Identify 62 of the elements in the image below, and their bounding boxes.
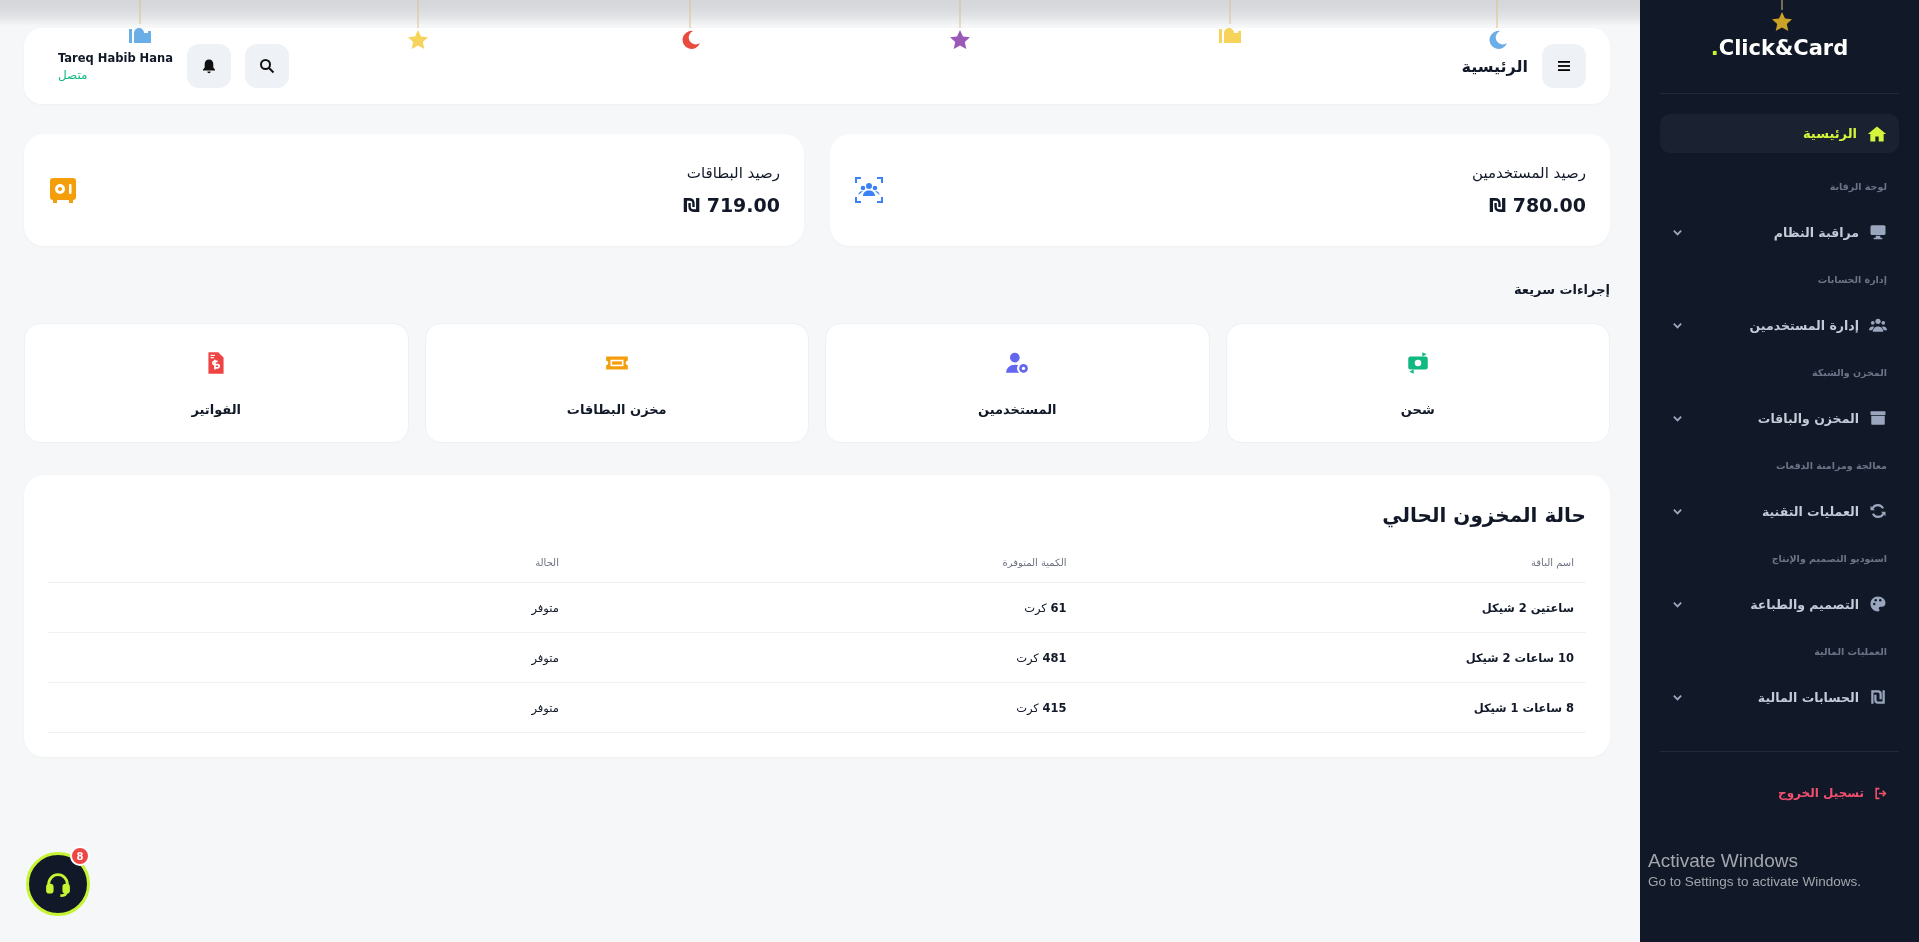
card-title: حالة المخزون الحالي [1381, 503, 1586, 527]
logout-icon [1874, 786, 1887, 800]
column-header: الكمية المتوفرة [570, 549, 1079, 583]
hanging-star-icon [1770, 0, 1794, 32]
quick-action-card[interactable]: مخزن البطاقات [424, 323, 809, 443]
sidebar-item[interactable]: التصميم والطباعة [1660, 590, 1899, 618]
archive-box-icon [1869, 409, 1887, 427]
section-label: العمليات المالية [1813, 646, 1888, 657]
hanging-mosque-icon [1218, 0, 1242, 46]
hanging-star-icon [406, 0, 430, 50]
sidebar-item[interactable]: إدارة المستخدمين [1660, 311, 1899, 339]
table-cell: 8 ساعات 1 شيكل [1078, 682, 1586, 733]
palette-icon [1869, 595, 1887, 613]
logo: .Click&Card [1710, 36, 1849, 60]
sidebar-item[interactable]: العمليات التقنية [1660, 497, 1899, 525]
monitor-icon [1869, 223, 1887, 241]
activation-title: Activate Windows [1648, 850, 1799, 872]
activation-text: Go to Settings to activate Windows. [1648, 874, 1862, 889]
notifications-button[interactable] [186, 44, 231, 88]
user-name: Tareq Habib Hana [58, 50, 173, 65]
section-label: لوحة الرقابة [1828, 181, 1888, 192]
refresh-icon [1869, 502, 1887, 520]
support-button[interactable] [26, 852, 90, 916]
section-label: إدارة الحسابات [1816, 274, 1888, 285]
quick-action-card[interactable]: الفواتير [24, 323, 409, 443]
sidebar-item[interactable]: مراقبة النظام [1660, 218, 1899, 246]
quick-action-card[interactable]: شحن [1225, 323, 1610, 443]
table-cell: 10 ساعات 2 شيكل [1078, 632, 1586, 683]
section-label: المخزن والشبكة [1811, 367, 1888, 378]
safe-icon [48, 175, 78, 205]
table-cell: ساعتين 2 شيكل [1078, 582, 1586, 633]
table-cell: متوفر [48, 682, 571, 733]
balance-value: 780.00 ₪ [1487, 194, 1586, 216]
quick-action-card[interactable]: المستخدمين [825, 323, 1210, 443]
section-label: استوديو التصميم والإنتاج [1770, 553, 1888, 564]
shekel-icon [1869, 688, 1887, 706]
column-header: اسم الباقة [1078, 549, 1586, 583]
user-status: متصل [58, 67, 88, 82]
page-title: الرئيسية [1461, 56, 1528, 76]
sidebar-item[interactable]: المخزن والباقات [1660, 404, 1899, 432]
sidebar-item[interactable]: الرئيسية [1660, 114, 1899, 153]
hanging-star-icon [948, 0, 972, 50]
section-title: إجراءات سريعة [1512, 282, 1610, 297]
headset-icon [44, 870, 72, 898]
balance-label: رصيد المستخدمين [1472, 164, 1586, 182]
search-button[interactable] [244, 44, 289, 88]
table-cell: متوفر [48, 582, 571, 633]
menu-button[interactable] [1542, 44, 1586, 88]
users-scan-icon [854, 175, 884, 205]
table-cell: متوفر [48, 632, 571, 683]
search-icon [258, 58, 275, 74]
balance-label: رصيد البطاقات [685, 164, 780, 182]
notification-badge: 8 [70, 846, 90, 866]
hanging-mosque-icon [128, 0, 152, 46]
column-header: الحالة [48, 549, 571, 583]
users-icon [1869, 316, 1887, 334]
balance-value: 719.00 ₪ [682, 194, 780, 216]
menu-icon [1556, 58, 1572, 74]
logout-link[interactable]: تسجيل الخروج [1660, 786, 1899, 800]
sidebar-item[interactable]: الحسابات المالية [1660, 683, 1899, 711]
section-label: معالجة ومزامنة الدفعات [1774, 460, 1888, 471]
bell-icon [200, 58, 217, 74]
